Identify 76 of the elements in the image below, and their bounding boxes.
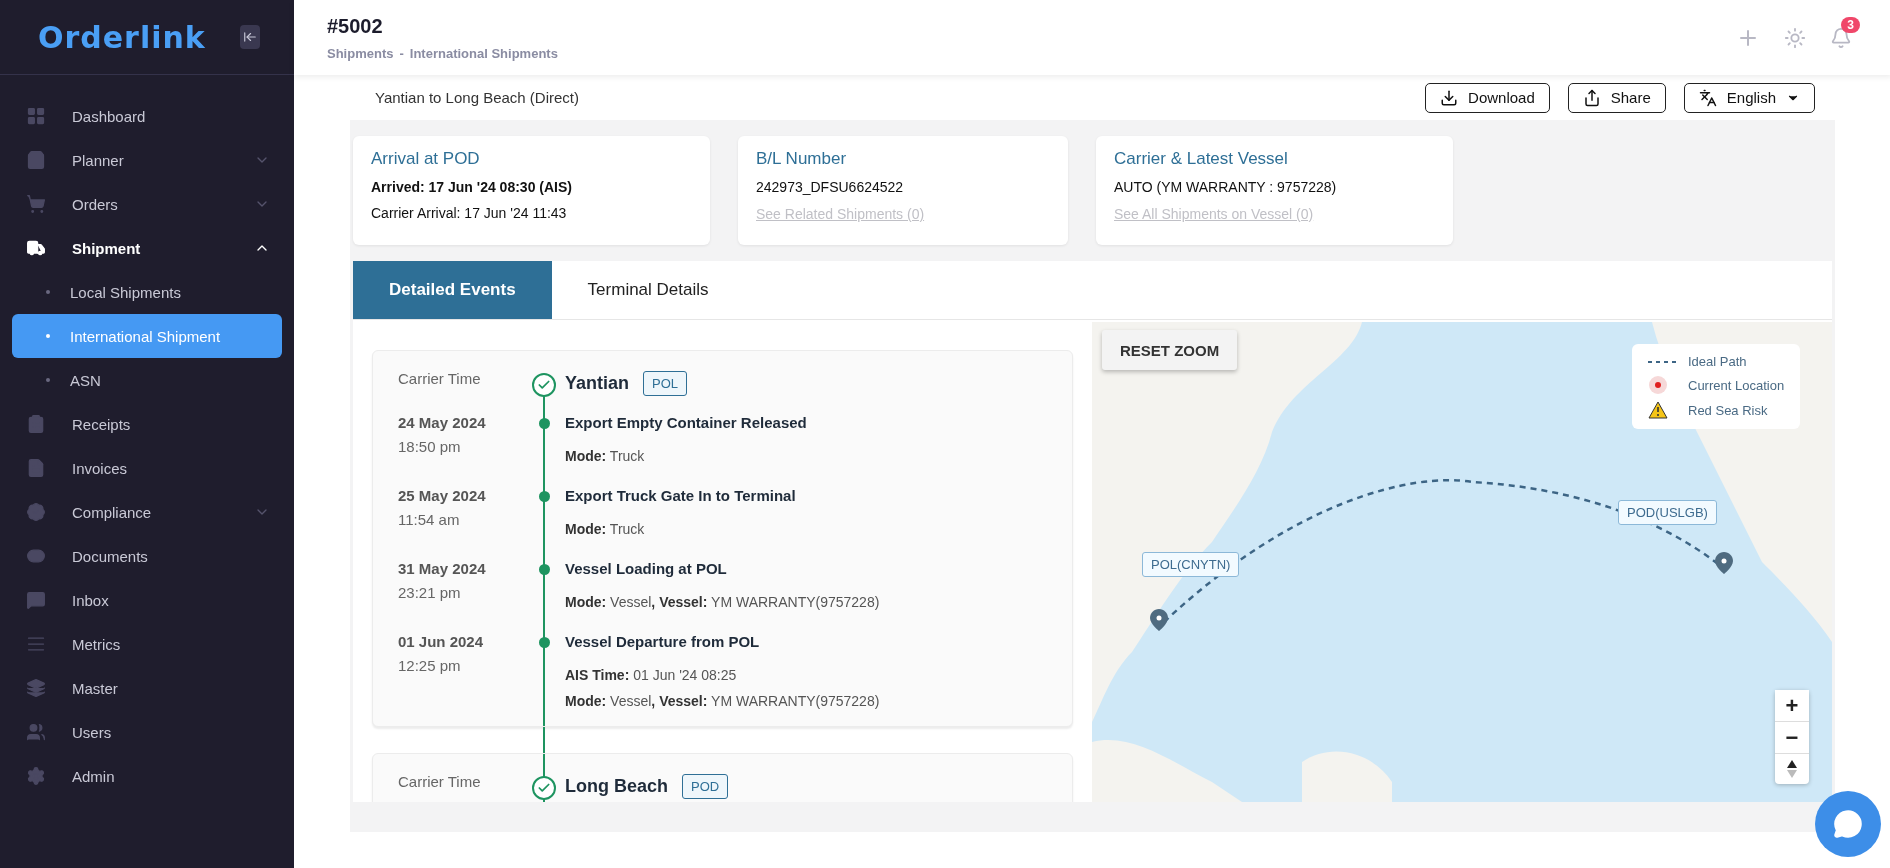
sidebar-item[interactable]: Invoices (12, 446, 282, 490)
sidebar-item[interactable]: Receipts (12, 402, 282, 446)
event-detail: Mode: Truck (565, 520, 646, 539)
chat-icon (1833, 809, 1863, 839)
place-name: Yantian (565, 372, 630, 394)
event-detail: AIS Time: 01 Jun '24 08:25 (565, 666, 738, 685)
event-time: 12:25 pm (398, 656, 462, 676)
port-label: POL(CNYTN) (1142, 552, 1240, 577)
action-button[interactable]: Download (1425, 82, 1550, 113)
event-time: 23:21 pm (398, 583, 462, 603)
place-name: Long Beach (565, 775, 668, 797)
sidebar-item[interactable]: Users (12, 710, 282, 754)
event-detail: Mode: Truck (565, 447, 646, 466)
event-title: Vessel Departure from POL (565, 632, 761, 652)
card-text: Arrived: 17 Jun '24 08:30 (AIS) (371, 179, 573, 195)
download-icon (1440, 88, 1459, 107)
sidebar-item[interactable]: Planner (12, 138, 282, 182)
event-date: 01 Jun 2024 (398, 632, 485, 652)
zoom-out-button[interactable]: − (1775, 722, 1809, 754)
card-text: 242973_DFSU6624522 (756, 179, 905, 195)
sidebar-item[interactable]: Documents (12, 534, 282, 578)
breadcrumb-separator: - (399, 45, 404, 61)
sidebar-subitem[interactable]: Local Shipments (12, 270, 282, 314)
sidebar-item[interactable]: Master (12, 666, 282, 710)
sidebar-item[interactable]: Metrics (12, 622, 282, 666)
action-button[interactable]: English (1683, 82, 1815, 113)
event-date: 31 May 2024 (398, 559, 487, 579)
card-title: B/L Number (756, 149, 848, 169)
menu-icon (24, 192, 48, 216)
notification-count: 3 (1841, 16, 1860, 33)
logo: Orderlink (38, 19, 206, 55)
route-text: Yantian to Long Beach (Direct) (375, 89, 579, 106)
event-detail: Mode: Vessel, Vessel: YM WARRANTY(9757228) (565, 692, 881, 711)
tab[interactable]: Detailed Events (353, 261, 552, 319)
port-badge: POD (682, 773, 729, 799)
reset-zoom-button[interactable]: RESET ZOOM (1102, 330, 1238, 370)
port-badge: POL (643, 370, 688, 396)
translate-icon (1698, 88, 1717, 107)
event-date: 25 May 2024 (398, 486, 487, 506)
sidebar-item[interactable]: Inbox (12, 578, 282, 622)
collapse-sidebar-button[interactable] (240, 25, 260, 49)
menu-icon (24, 676, 48, 700)
sidebar-subitem[interactable]: ASN (12, 358, 282, 402)
sidebar-item[interactable]: Admin (12, 754, 282, 798)
card-title: Arrival at POD (371, 149, 481, 169)
sidebar-item[interactable]: Orders (12, 182, 282, 226)
map[interactable]: RESET ZOOM Ideal Path Current Location Red Sea Risk POL(CNYTN) POD(USLGB) + − (1092, 322, 1832, 802)
location-dot-icon (1648, 375, 1668, 395)
event-title: Vessel Loading at POL (565, 559, 728, 579)
event-time: 11:54 am (398, 510, 461, 530)
card-text: Carrier Arrival: 17 Jun '24 11:43 (371, 205, 568, 221)
sidebar-item[interactable]: Shipment (12, 226, 282, 270)
zoom-in-button[interactable]: + (1775, 690, 1809, 722)
card-title: Carrier & Latest Vessel (1114, 149, 1289, 169)
event-date: 24 May 2024 (398, 413, 487, 433)
card-text: AUTO (YM WARRANTY : 9757228) (1114, 179, 1338, 195)
sidebar-item[interactable]: Dashboard (12, 94, 282, 138)
location-pin-icon[interactable] (1150, 609, 1168, 631)
legend-label: Current Location (1688, 377, 1785, 393)
event-time: 18:50 pm (398, 437, 462, 457)
legend-label: Red Sea Risk (1688, 402, 1769, 418)
event-detail: Mode: Vessel, Vessel: YM WARRANTY(9757228) (565, 593, 881, 612)
location-pin-icon[interactable] (1715, 552, 1733, 574)
menu-icon (24, 500, 48, 524)
time-label: Carrier Time (398, 772, 482, 792)
time-label: Carrier Time (398, 369, 482, 389)
page-title: #5002 (327, 14, 384, 38)
port-label: POD(USLGB) (1618, 500, 1717, 525)
share-icon (1582, 88, 1601, 107)
warning-icon (1648, 401, 1668, 419)
event-title: Export Truck Gate In to Terminal (565, 486, 797, 506)
action-button[interactable]: Share (1567, 82, 1666, 113)
legend-label: Ideal Path (1688, 354, 1748, 369)
arrow-left-icon (243, 30, 257, 44)
sidebar-item[interactable]: Compliance (12, 490, 282, 534)
event-title: Export Empty Container Released (565, 413, 808, 433)
